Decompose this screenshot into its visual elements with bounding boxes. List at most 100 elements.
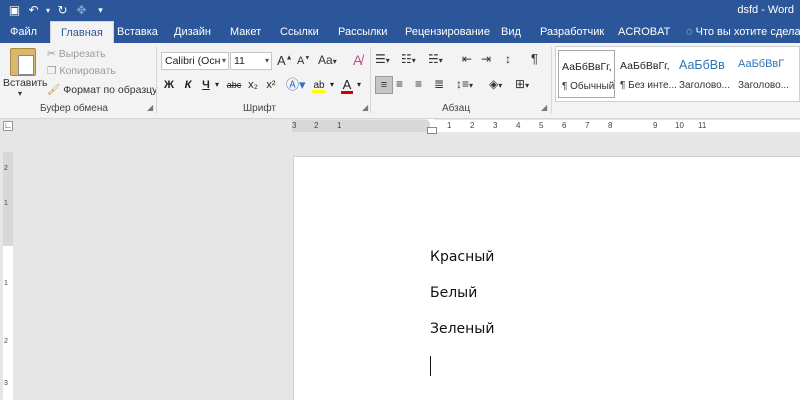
strikethrough-button[interactable]: abc [225, 76, 243, 94]
underline-button[interactable]: Ч [199, 76, 213, 94]
group-separator [551, 47, 552, 113]
multilevel-list-button[interactable]: ☵▾ [428, 52, 443, 66]
style-name: Заголово... [679, 80, 730, 91]
paragraph-group-label: Абзац [442, 103, 471, 114]
chevron-down-icon: ▾ [438, 56, 443, 65]
highlight-color-bar [312, 90, 326, 93]
highlight-button[interactable]: ab [311, 76, 327, 94]
style-heading-1[interactable]: АаБбВв Заголово... [676, 50, 733, 98]
style-sample: АаБбВвГг, [562, 61, 612, 73]
sort-icon[interactable]: ↕ [505, 52, 511, 66]
font-color-dropdown-icon[interactable]: ▾ [355, 76, 363, 94]
customize-qat-icon[interactable]: ▾ [92, 2, 109, 19]
align-left-icon[interactable]: ≡ [375, 76, 393, 94]
tab-layout[interactable]: Макет [230, 21, 261, 43]
tab-developer[interactable]: Разработчик [540, 21, 604, 43]
redo-icon[interactable]: ↻ [54, 2, 71, 19]
superscript-button[interactable]: x² [264, 76, 278, 94]
clipboard-launcher-icon[interactable]: ◢ [147, 103, 153, 112]
ruler-tick: 4 [516, 121, 521, 130]
paste-button[interactable]: Вставить [3, 77, 48, 89]
text-effects-icon[interactable]: Ⓐ▾ [286, 76, 306, 94]
bold-button[interactable]: Ж [162, 76, 176, 94]
highlight-dropdown-icon[interactable]: ▾ [328, 76, 336, 94]
cut-button[interactable]: ✂ Вырезать [47, 48, 105, 60]
bullets-button[interactable]: ☰▾ [375, 52, 390, 66]
style-name: Заголово... [738, 80, 789, 91]
format-painter-button[interactable]: 🖌 Формат по образцу [47, 83, 157, 96]
subscript-button[interactable]: x₂ [246, 76, 260, 94]
line-spacing-icon[interactable]: ↕≡▾ [456, 77, 473, 91]
font-launcher-icon[interactable]: ◢ [362, 103, 368, 112]
style-normal[interactable]: АаБбВвГг, ¶ Обычный [558, 50, 615, 98]
paste-dropdown-icon[interactable]: ▾ [18, 89, 22, 98]
change-case-button[interactable]: Aa▾ [318, 53, 337, 67]
style-heading-2[interactable]: АаБбВвГ Заголово... [735, 50, 792, 98]
underline-dropdown-icon[interactable]: ▾ [213, 76, 221, 94]
ribbon-home: Вставить ▾ ✂ Вырезать ❐ Копировать 🖌 Фор… [0, 43, 800, 119]
style-sample: АаБбВвГг, [620, 60, 670, 72]
ruler-tick: 6 [562, 121, 567, 130]
document-line[interactable]: Красный [430, 249, 494, 265]
shading-icon[interactable]: ◈▾ [489, 77, 502, 91]
paragraph-launcher-icon[interactable]: ◢ [541, 103, 547, 112]
italic-button[interactable]: К [181, 76, 195, 94]
align-right-icon[interactable]: ≡ [415, 77, 422, 91]
grow-font-button[interactable]: A▲ [277, 53, 293, 68]
chevron-down-icon: ▾ [221, 56, 226, 65]
tab-mailings[interactable]: Рассылки [338, 21, 387, 43]
ruler-tick: 2 [314, 121, 319, 130]
chevron-down-icon: ▾ [385, 56, 390, 65]
clear-formatting-icon[interactable]: A̸ [353, 52, 362, 68]
chevron-down-icon: ▾ [332, 57, 337, 66]
ruler-tick: 1 [447, 121, 452, 130]
bullet-list-icon: ☰ [375, 52, 386, 66]
text-cursor [430, 356, 431, 376]
quick-access-toolbar: ▣ ↶ ▾ ↻ ✥ ▾ [6, 2, 109, 19]
increase-indent-icon[interactable]: ⇥ [481, 52, 491, 66]
vertical-ruler[interactable]: 2 1 1 2 3 [3, 152, 13, 400]
numbered-list-icon: ☷ [401, 52, 412, 66]
decrease-indent-icon[interactable]: ⇤ [462, 52, 472, 66]
justify-icon[interactable]: ≣ [434, 77, 444, 91]
align-center-icon[interactable]: ≡ [396, 77, 403, 91]
indent-marker[interactable] [427, 119, 437, 134]
tab-design[interactable]: Дизайн [174, 21, 211, 43]
show-marks-icon[interactable]: ¶ [531, 51, 538, 66]
horizontal-ruler[interactable]: 3 2 1 1 2 3 4 5 6 7 8 9 10 11 [292, 120, 800, 132]
touch-mode-icon[interactable]: ✥ [73, 2, 90, 19]
undo-icon[interactable]: ↶ [25, 2, 42, 19]
tab-references[interactable]: Ссылки [280, 21, 319, 43]
tell-me-box[interactable]: ◌ Что вы хотите сделать? [686, 21, 800, 43]
save-icon[interactable]: ▣ [6, 2, 23, 19]
tab-view[interactable]: Вид [501, 21, 521, 43]
group-separator [370, 47, 371, 113]
tab-insert[interactable]: Вставка [117, 21, 158, 43]
style-no-spacing[interactable]: АаБбВвГг, ¶ Без инте... [617, 50, 677, 98]
format-painter-label: Формат по образцу [63, 84, 158, 96]
paintbrush-icon: 🖌 [47, 84, 61, 96]
font-name-select[interactable]: Calibri (Осн ▾ [161, 52, 229, 70]
document-line[interactable]: Зеленый [430, 321, 494, 337]
paste-icon[interactable] [10, 48, 36, 76]
document-page[interactable]: Красный Белый Зеленый [293, 156, 800, 400]
tab-acrobat[interactable]: ACROBAT [618, 21, 670, 43]
vruler-tick: 1 [4, 280, 8, 287]
undo-dropdown-icon[interactable]: ▾ [44, 2, 52, 19]
shrink-font-button[interactable]: A▼ [297, 55, 310, 67]
borders-icon[interactable]: ⊞▾ [515, 77, 529, 91]
ruler-tick: 8 [608, 121, 613, 130]
ruler-tick: 2 [470, 121, 475, 130]
style-name: ¶ Обычный [562, 81, 615, 92]
numbering-button[interactable]: ☷▾ [401, 52, 416, 66]
ruler-row: ∟ 3 2 1 1 2 3 4 5 6 7 8 9 10 11 [0, 119, 800, 133]
tab-home[interactable]: Главная [50, 21, 114, 43]
tab-selector-icon[interactable]: ∟ [3, 121, 13, 131]
font-size-select[interactable]: 11 ▾ [230, 52, 272, 70]
tab-review[interactable]: Рецензирование [405, 21, 490, 43]
change-case-label: Aa [318, 53, 333, 67]
font-color-button[interactable]: A [340, 76, 354, 94]
tab-file[interactable]: Файл [10, 21, 37, 43]
copy-button[interactable]: ❐ Копировать [47, 65, 116, 77]
document-line[interactable]: Белый [430, 285, 477, 301]
